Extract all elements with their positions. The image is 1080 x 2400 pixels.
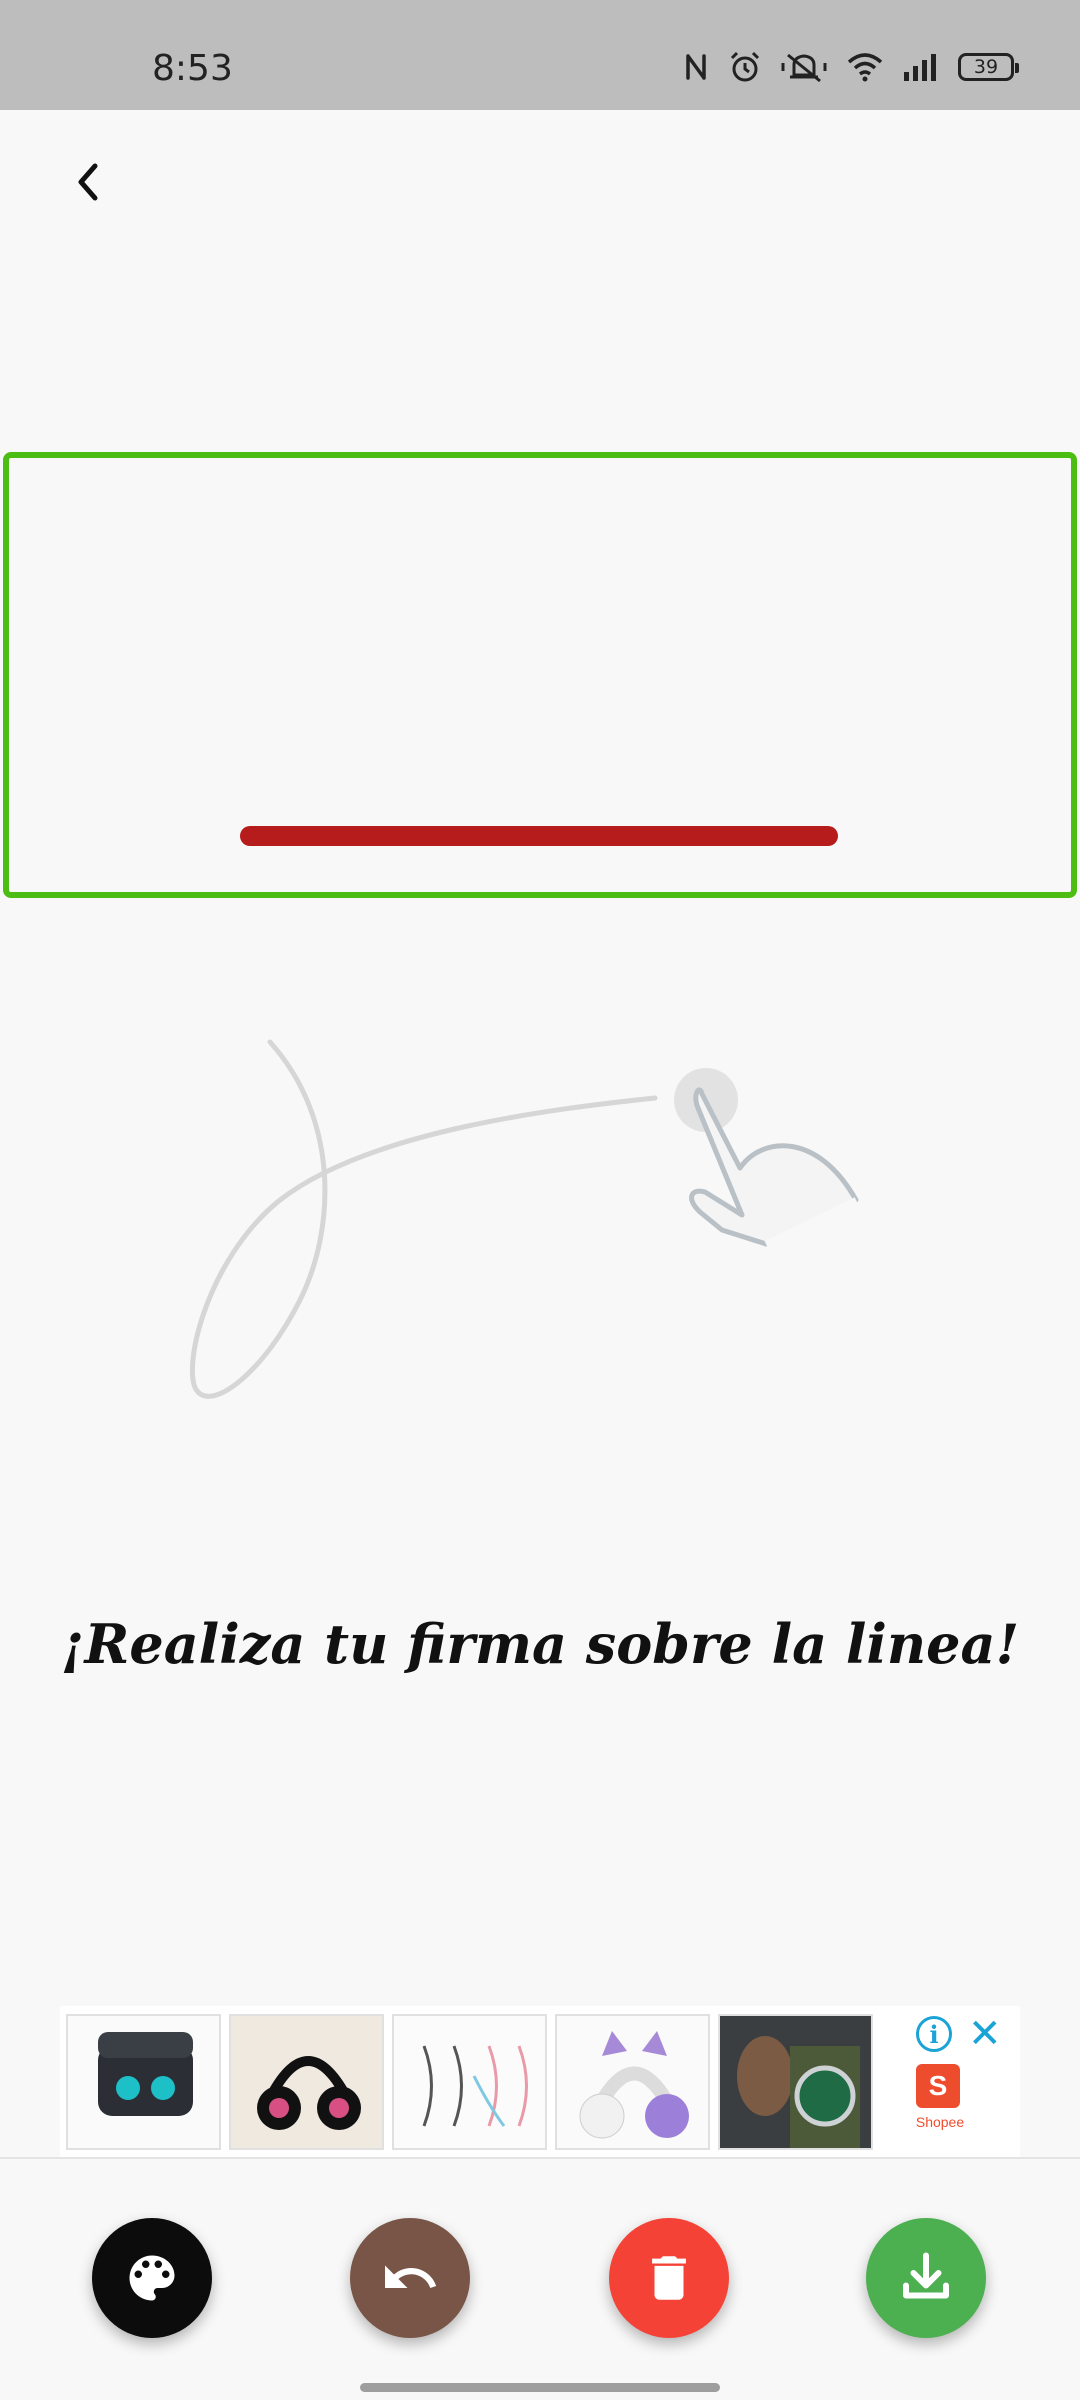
ad-product-watch[interactable]	[718, 2014, 873, 2150]
ad-product-earbuds[interactable]	[66, 2014, 221, 2150]
download-icon	[903, 2252, 949, 2299]
trash-icon	[652, 2256, 686, 2300]
save-button[interactable]	[866, 2218, 986, 2338]
undo-button[interactable]	[350, 2218, 470, 2338]
signature-hint-illustration	[189, 1039, 859, 1399]
shopee-label: Shopee	[915, 2114, 965, 2130]
palette-icon	[129, 2255, 175, 2301]
ad-side-controls: i ✕ S Shopee	[910, 2006, 1020, 2158]
shopee-logo[interactable]: S	[916, 2064, 960, 2108]
bottom-divider	[0, 2157, 1080, 2159]
palette-button[interactable]	[92, 2218, 212, 2338]
home-indicator[interactable]	[360, 2383, 720, 2392]
hint-stroke	[189, 1039, 658, 1399]
ad-banner[interactable]: i ✕ S Shopee	[60, 2006, 1020, 2158]
ad-product-headphones[interactable]	[229, 2014, 384, 2150]
instruction-text: ¡Realiza tu firma sobre la linea!	[60, 1612, 1020, 1676]
ad-close-icon[interactable]: ✕	[968, 2014, 1002, 2054]
delete-button[interactable]	[609, 2218, 729, 2338]
ad-product-cables[interactable]	[392, 2014, 547, 2150]
ad-info-icon[interactable]: i	[916, 2016, 952, 2052]
ad-product-cat-ear-headphones[interactable]	[555, 2014, 710, 2150]
undo-icon	[385, 2265, 437, 2288]
